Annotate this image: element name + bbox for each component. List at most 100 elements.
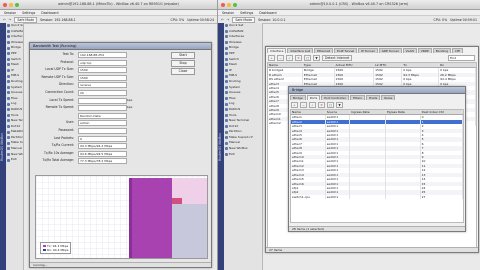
tools-icon bbox=[7, 113, 10, 117]
partition-icon bbox=[7, 136, 10, 140]
field-label: Local UDP Tx Size: bbox=[45, 67, 74, 72]
filter-icon[interactable]: ▼ bbox=[313, 55, 320, 61]
tab-ip-tunnel[interactable]: IP Tunnel bbox=[358, 48, 378, 53]
undo-icon[interactable]: ↶ bbox=[221, 18, 224, 22]
tab-bridge[interactable]: Bridge bbox=[290, 95, 306, 100]
tab-hosts[interactable]: Hosts bbox=[365, 95, 381, 100]
radius-icon bbox=[225, 108, 228, 112]
field-value[interactable]: 77.3 Mbps/78.2 Mbps bbox=[78, 158, 127, 165]
field-value[interactable]: Random Data bbox=[78, 112, 127, 119]
tab-rules[interactable]: Rules bbox=[381, 95, 396, 100]
menu-session[interactable]: Session bbox=[4, 11, 16, 15]
remove-icon[interactable]: − bbox=[300, 102, 307, 108]
field-row: Local Tx Speed: bps bbox=[32, 97, 168, 104]
menu-dashboard[interactable]: Dashboard bbox=[259, 11, 276, 15]
tab-interface-list[interactable]: Interface List bbox=[287, 48, 314, 53]
tab-eoip-tunnel[interactable]: EoIP Tunnel bbox=[334, 48, 358, 53]
add-icon[interactable]: + bbox=[268, 55, 275, 61]
field-label: User: bbox=[65, 120, 74, 125]
field-label: Protocol: bbox=[60, 59, 74, 64]
tab-lte[interactable]: LTE bbox=[452, 48, 464, 53]
field-value[interactable]: admin bbox=[78, 120, 127, 127]
disable-icon[interactable]: ✕ bbox=[318, 102, 325, 108]
bridge-title: Bridge bbox=[289, 87, 465, 94]
disable-icon[interactable]: ✕ bbox=[295, 55, 302, 61]
field-value[interactable]: receive bbox=[78, 82, 127, 89]
field-value[interactable]: 94.3 Mbps/94.4 Mbps bbox=[78, 143, 127, 150]
tab-gre-tunnel[interactable]: GRE Tunnel bbox=[378, 48, 402, 53]
system-icon bbox=[7, 85, 10, 89]
field-value[interactable] bbox=[78, 128, 127, 134]
tab-ethernet[interactable]: Ethernet bbox=[314, 48, 334, 53]
sidebar-item-exit[interactable]: Exit bbox=[224, 152, 262, 158]
make-supout-rif-icon bbox=[225, 136, 228, 140]
sidebar-item-exit[interactable]: Exit bbox=[6, 157, 23, 163]
switch-icon bbox=[225, 57, 228, 61]
tab-port-controller[interactable]: Port Controller bbox=[321, 95, 349, 100]
maximize-window-icon[interactable] bbox=[15, 2, 19, 7]
field-label: Tx/Rx Current: bbox=[51, 143, 74, 148]
field-value[interactable] bbox=[78, 105, 127, 112]
menu-session[interactable]: Session bbox=[222, 11, 234, 15]
bridge-window: Bridge Bridge Ports Port Controller Filters… bbox=[288, 86, 466, 232]
left-titlebar: admin@192.168.88.1 (MikroTik) - WinBox v… bbox=[0, 0, 217, 10]
start-button[interactable]: Start bbox=[171, 52, 195, 59]
field-row: Connection Count: 20 bbox=[32, 90, 168, 96]
table-row[interactable]: switch1-cpu switch1 27 bbox=[291, 194, 463, 200]
field-value[interactable]: 1500 bbox=[78, 74, 127, 81]
routing-icon bbox=[7, 80, 10, 84]
tab-vrrp[interactable]: VRRP bbox=[417, 48, 432, 53]
field-value[interactable]: 0 bbox=[78, 135, 127, 142]
undo-icon[interactable]: ↶ bbox=[3, 18, 6, 22]
field-value[interactable] bbox=[78, 97, 127, 104]
field-row: Remote Tx Speed: bps bbox=[32, 105, 168, 112]
maximize-window-icon[interactable] bbox=[233, 2, 237, 7]
field-label: Remote UDP Tx Size: bbox=[41, 74, 74, 79]
enable-icon[interactable]: ✓ bbox=[286, 55, 293, 61]
field-unit: bps bbox=[127, 97, 133, 102]
tab-ports[interactable]: Ports bbox=[306, 95, 321, 100]
tab-bonding[interactable]: Bonding bbox=[432, 48, 452, 53]
detect-internet-button[interactable]: Detect Internet bbox=[322, 55, 353, 61]
safe-mode-button[interactable]: Safe Mode bbox=[232, 16, 256, 23]
tab-filters[interactable]: Filters bbox=[349, 95, 365, 100]
uptime-label: Uptime 00:59:01 bbox=[450, 17, 477, 22]
comment-icon[interactable]: □ bbox=[304, 55, 311, 61]
find-input[interactable]: Find bbox=[448, 55, 475, 61]
menu-settings[interactable]: Settings bbox=[240, 11, 253, 15]
uptime-label: Uptime 00:58:24 bbox=[187, 17, 214, 22]
field-value[interactable]: udp tcp bbox=[78, 59, 127, 66]
minimize-window-icon[interactable] bbox=[9, 2, 13, 7]
comment-icon[interactable]: □ bbox=[327, 102, 334, 108]
session-label: Session: 10.0.0.1 bbox=[258, 17, 286, 22]
enable-icon[interactable]: ✓ bbox=[309, 102, 316, 108]
field-value[interactable]: 1500 bbox=[78, 67, 127, 74]
redo-icon[interactable]: ↷ bbox=[227, 18, 230, 22]
new-terminal-icon bbox=[7, 119, 10, 123]
field-value[interactable]: 94.6 Mbps/94.5 Mbps bbox=[78, 150, 127, 157]
close-window-icon[interactable] bbox=[221, 2, 225, 7]
legend-rx-swatch bbox=[43, 248, 46, 252]
field-value[interactable]: 20 bbox=[78, 90, 127, 96]
mesh-icon bbox=[7, 63, 10, 67]
capsman-icon bbox=[225, 29, 228, 33]
menu-dashboard[interactable]: Dashboard bbox=[41, 11, 58, 15]
remove-icon[interactable]: − bbox=[277, 55, 284, 61]
capsman-icon bbox=[7, 29, 10, 33]
redo-icon[interactable]: ↷ bbox=[9, 18, 12, 22]
wireless-icon bbox=[7, 41, 10, 45]
tab-interface[interactable]: Interface bbox=[267, 48, 287, 53]
stop-button[interactable]: Stop bbox=[171, 60, 195, 67]
filter-icon[interactable]: ▼ bbox=[336, 102, 343, 108]
close-button[interactable]: Close bbox=[171, 68, 195, 75]
tab-vlan[interactable]: VLAN bbox=[402, 48, 417, 53]
close-window-icon[interactable] bbox=[3, 2, 7, 7]
field-value[interactable]: 192.168.88.254 bbox=[78, 52, 127, 58]
add-icon[interactable]: + bbox=[291, 102, 298, 108]
menu-settings[interactable]: Settings bbox=[22, 11, 35, 15]
interfaces-icon bbox=[225, 35, 228, 39]
queues-icon bbox=[7, 91, 10, 95]
tx-area-edge bbox=[129, 178, 132, 258]
minimize-window-icon[interactable] bbox=[227, 2, 231, 7]
safe-mode-button[interactable]: Safe Mode bbox=[14, 16, 38, 23]
